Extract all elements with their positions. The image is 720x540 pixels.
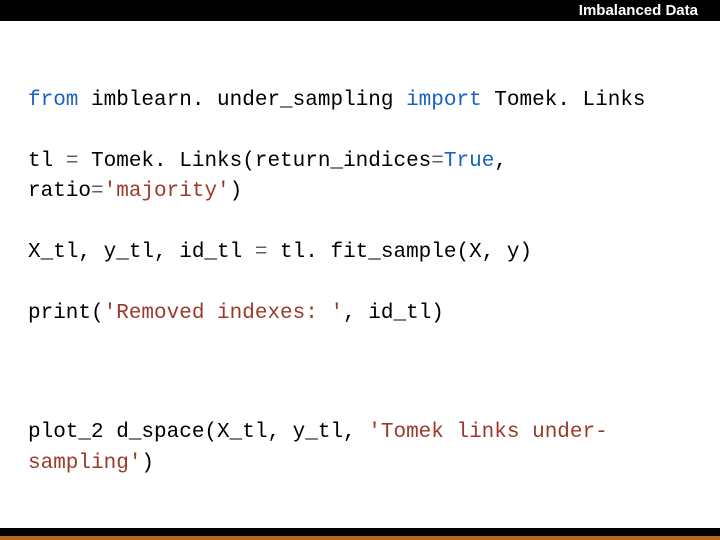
code-text: , id_tl)	[343, 302, 444, 325]
code-line: X_tl, y_tl, id_tl = tl. fit_sample(X, y)	[28, 238, 692, 268]
slide-footer	[0, 528, 720, 540]
slide-body: from imblearn. under_sampling import Tom…	[0, 21, 720, 540]
string-literal: 'Removed indexes: '	[104, 302, 343, 325]
op-eq: =	[431, 150, 444, 173]
code-line: plot_2 d_space(X_tl, y_tl, 'Tomek links …	[28, 418, 692, 479]
slide: Imbalanced Data from imblearn. under_sam…	[0, 0, 720, 540]
slide-header: Imbalanced Data	[0, 0, 720, 21]
code-line: print('Removed indexes: ', id_tl)	[28, 299, 692, 329]
op-eq: =	[66, 150, 79, 173]
footer-bar-orange	[0, 536, 720, 540]
kw-import: import	[406, 89, 482, 112]
slide-title: Imbalanced Data	[579, 2, 698, 19]
code-text: imblearn. under_sampling	[78, 89, 406, 112]
code-line: from imblearn. under_sampling import Tom…	[28, 86, 692, 116]
footer-bar-black	[0, 528, 720, 536]
op-eq: =	[255, 241, 268, 264]
code-text: X_tl, y_tl, id_tl	[28, 241, 255, 264]
code-text: plot_2 d_space(X_tl, y_tl,	[28, 421, 368, 444]
string-literal: 'majority'	[104, 180, 230, 203]
code-text: Tomek. Links	[482, 89, 646, 112]
kw-from: from	[28, 89, 78, 112]
blank-line	[28, 360, 692, 388]
op-eq: =	[91, 180, 104, 203]
code-text: )	[141, 452, 154, 475]
code-text: )	[230, 180, 243, 203]
code-text: tl. fit_sample(X, y)	[267, 241, 532, 264]
code-text: tl	[28, 150, 66, 173]
code-line: tl = Tomek. Links(return_indices=True, r…	[28, 147, 692, 208]
code-block: from imblearn. under_sampling import Tom…	[28, 55, 692, 540]
literal-true: True	[444, 150, 494, 173]
code-text: print(	[28, 302, 104, 325]
code-text: Tomek. Links(return_indices	[78, 150, 431, 173]
